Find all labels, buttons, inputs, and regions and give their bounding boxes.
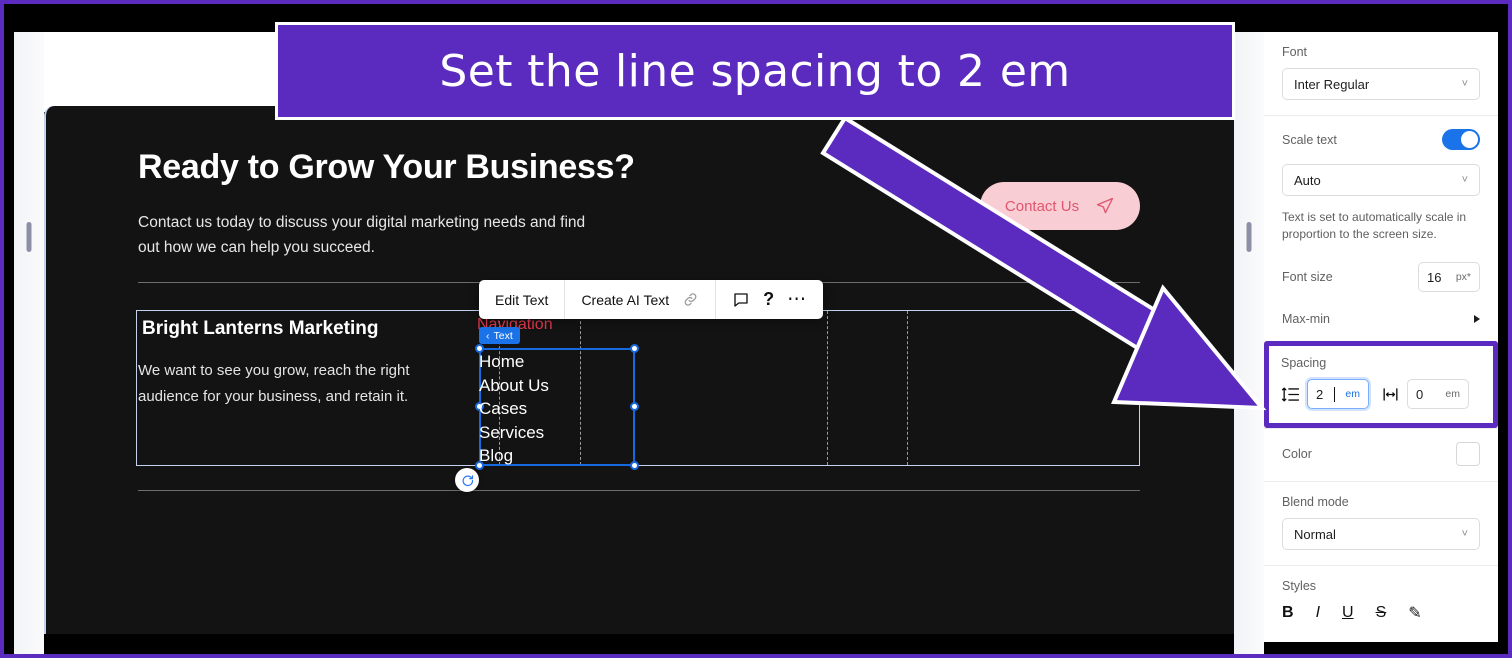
blend-mode-select[interactable]: Normal ˅	[1282, 518, 1480, 550]
create-ai-text-group[interactable]: Create AI Text	[565, 280, 717, 319]
context-toolbar: Edit Text Create AI Text ? ⋯	[479, 280, 824, 319]
contact-us-label: Contact Us	[1004, 197, 1080, 215]
footer-title[interactable]: Bright Lanterns Marketing	[142, 318, 378, 340]
edit-text-label: Edit Text	[495, 291, 549, 308]
italic-icon[interactable]: I	[1316, 604, 1320, 622]
text-edit-icon[interactable]: ✎	[1408, 603, 1421, 623]
rotate-handle[interactable]	[455, 468, 479, 492]
nav-item-home: Home	[479, 352, 525, 371]
nav-item-blog: Blog	[479, 446, 514, 465]
font-section: Font Inter Regular ˅	[1264, 32, 1498, 115]
styles-label: Styles	[1282, 579, 1317, 593]
nav-item-about-us: About Us	[479, 375, 549, 395]
layout-guide-3	[827, 311, 828, 465]
chevron-down-icon: ˅	[1461, 174, 1468, 186]
scale-text-toggle[interactable]	[1442, 129, 1480, 150]
nav-text-content[interactable]: Home About Us Cases Services Blog	[479, 350, 549, 468]
nav-item-cases: Cases	[479, 399, 528, 418]
hero-subtext-line-2: out how we can help you succeed.	[138, 239, 375, 256]
link-icon[interactable]	[682, 291, 699, 308]
resize-handle-middle-right[interactable]	[630, 402, 639, 411]
instruction-banner: Set the line spacing to 2 em	[275, 22, 1235, 120]
scale-text-section: Scale text Auto ˅ Text is set to automat…	[1264, 115, 1498, 341]
edit-text-button[interactable]: Edit Text	[479, 280, 566, 319]
nav-item-services: Services	[479, 422, 545, 442]
element-type-badge[interactable]: ‹ Text	[479, 327, 520, 344]
right-gutter	[1234, 32, 1264, 658]
letter-spacing-unit: em	[1445, 388, 1460, 400]
line-height-icon	[1281, 386, 1300, 402]
resize-handle-bottom-right[interactable]	[630, 461, 639, 470]
blend-mode-value: Normal	[1294, 526, 1336, 542]
hero-subtext[interactable]: Contact us today to discuss your digital…	[138, 210, 585, 260]
letter-spacing-value: 0	[1416, 386, 1424, 402]
left-resize-grip[interactable]	[26, 222, 32, 252]
paper-plane-icon	[1096, 197, 1114, 214]
more-icon[interactable]: ⋯	[787, 290, 807, 309]
blend-mode-label: Blend mode	[1282, 495, 1349, 509]
line-height-unit: em	[1345, 388, 1360, 400]
triangle-right-icon[interactable]	[1474, 315, 1480, 323]
blend-mode-section: Blend mode Normal ˅	[1264, 481, 1498, 565]
scale-mode-value: Auto	[1294, 172, 1321, 188]
line-height-value: 2	[1316, 386, 1324, 402]
left-gutter	[14, 32, 44, 658]
badge-chevron-icon: ‹	[486, 329, 490, 342]
footer-body-line-2: audience for your business, and retain i…	[138, 388, 409, 405]
rotate-icon	[462, 474, 473, 486]
color-label: Color	[1282, 447, 1312, 461]
layout-guide-4	[907, 311, 908, 465]
font-size-input[interactable]: 16 px*	[1418, 262, 1480, 292]
bold-icon[interactable]: B	[1282, 604, 1294, 622]
resize-handle-top-right[interactable]	[630, 344, 639, 353]
contact-us-button[interactable]: Contact Us	[980, 182, 1140, 230]
styles-section: Styles B I U S ✎	[1264, 565, 1498, 638]
color-swatch[interactable]	[1456, 442, 1480, 466]
instruction-text: Set the line spacing to 2 em	[439, 45, 1071, 97]
font-size-value: 16	[1427, 269, 1442, 285]
font-family-value: Inter Regular	[1294, 76, 1370, 92]
letter-spacing-input[interactable]: 0 em	[1407, 379, 1469, 409]
divider-bottom	[138, 490, 1140, 491]
footer-body-line-1: We want to see you grow, reach the right	[138, 362, 410, 379]
text-properties-panel: Font Inter Regular ˅ Scale text Auto ˅ T…	[1264, 32, 1498, 642]
letter-spacing-icon	[1383, 387, 1398, 401]
chevron-down-icon: ˅	[1461, 78, 1468, 90]
letter-spacing-group: 0 em	[1381, 379, 1469, 409]
spacing-section: Spacing 2 em 0 em	[1264, 341, 1498, 428]
max-min-label: Max-min	[1282, 312, 1330, 326]
chevron-down-icon: ˅	[1461, 528, 1468, 540]
color-section: Color	[1264, 428, 1498, 481]
footer-body[interactable]: We want to see you grow, reach the right…	[138, 358, 410, 410]
screenshot-root: Ready to Grow Your Business? Contact us …	[0, 0, 1512, 658]
help-icon[interactable]: ?	[763, 289, 774, 310]
spacing-label: Spacing	[1281, 356, 1327, 370]
hero-subtext-line-1: Contact us today to discuss your digital…	[138, 214, 586, 231]
font-label: Font	[1282, 45, 1308, 59]
strikethrough-icon[interactable]: S	[1376, 604, 1387, 622]
text-caret	[1334, 386, 1336, 402]
line-height-group: 2 em	[1281, 379, 1369, 409]
scale-mode-select[interactable]: Auto ˅	[1282, 164, 1480, 196]
comment-icon[interactable]	[732, 291, 750, 309]
toolbar-actions: ? ⋯	[716, 280, 823, 319]
design-canvas[interactable]: Ready to Grow Your Business? Contact us …	[44, 106, 1234, 634]
font-size-label: Font size	[1282, 270, 1333, 284]
hero-headline[interactable]: Ready to Grow Your Business?	[138, 148, 635, 187]
create-ai-text-label: Create AI Text	[581, 291, 670, 308]
underline-icon[interactable]: U	[1342, 604, 1354, 622]
right-resize-grip[interactable]	[1246, 222, 1252, 252]
line-height-input[interactable]: 2 em	[1307, 379, 1369, 409]
scale-text-label: Scale text	[1282, 132, 1337, 147]
font-size-unit: px*	[1455, 271, 1471, 283]
scale-text-hint: Text is set to automatically scale in pr…	[1282, 210, 1467, 241]
font-family-select[interactable]: Inter Regular ˅	[1282, 68, 1480, 100]
badge-label: Text	[493, 329, 513, 342]
